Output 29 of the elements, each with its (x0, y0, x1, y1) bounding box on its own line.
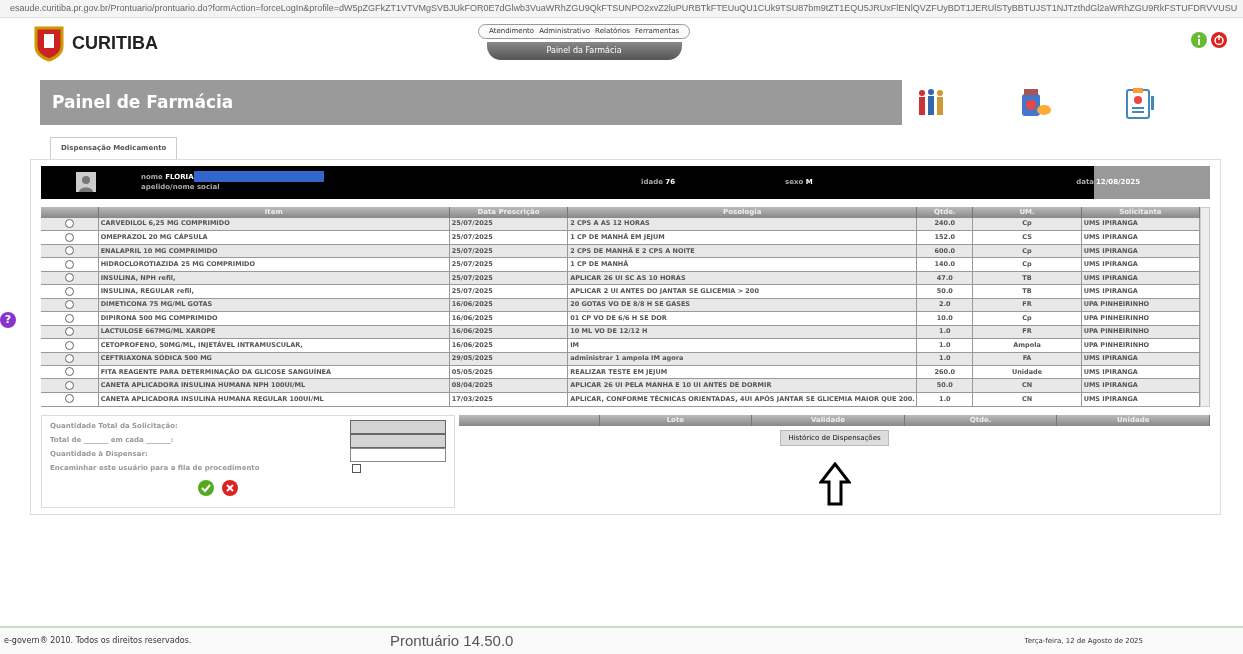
arrow-drawing (818, 462, 851, 506)
module-tab[interactable]: Painel da Farmácia (486, 41, 682, 60)
info-icon[interactable] (1191, 32, 1207, 48)
version-text: Prontuário 14.50.0 (390, 630, 514, 651)
power-icon[interactable] (1211, 32, 1227, 48)
radio-button[interactable] (64, 340, 74, 350)
radio-button[interactable] (64, 380, 74, 390)
coat-of-arms-icon (32, 24, 66, 62)
scroll-bar[interactable] (1200, 206, 1210, 407)
radio-button[interactable] (64, 273, 74, 283)
cancel-icon[interactable] (222, 479, 238, 496)
confirm-icon[interactable] (198, 479, 214, 496)
radio-button[interactable] (64, 394, 74, 404)
avatar-icon (76, 172, 96, 192)
radio-button[interactable] (64, 286, 74, 296)
radio-button[interactable] (64, 313, 74, 323)
radio-button[interactable] (64, 300, 74, 310)
copyright-text: e-govern® 2010. Todos os direitos reservados. (3, 635, 193, 647)
help-button[interactable]: ? (0, 312, 16, 328)
radio-button[interactable] (64, 246, 74, 256)
radio-button[interactable] (64, 327, 74, 337)
radio-button[interactable] (64, 367, 74, 377)
radio-button[interactable] (64, 259, 74, 269)
page-title: Painel de Farmácia (52, 90, 234, 114)
checkbox[interactable] (352, 464, 361, 473)
radio-button[interactable] (64, 353, 74, 363)
logo-text: CURITIBA (72, 32, 158, 55)
radio-button[interactable] (64, 232, 74, 242)
radio-button[interactable] (64, 219, 74, 229)
